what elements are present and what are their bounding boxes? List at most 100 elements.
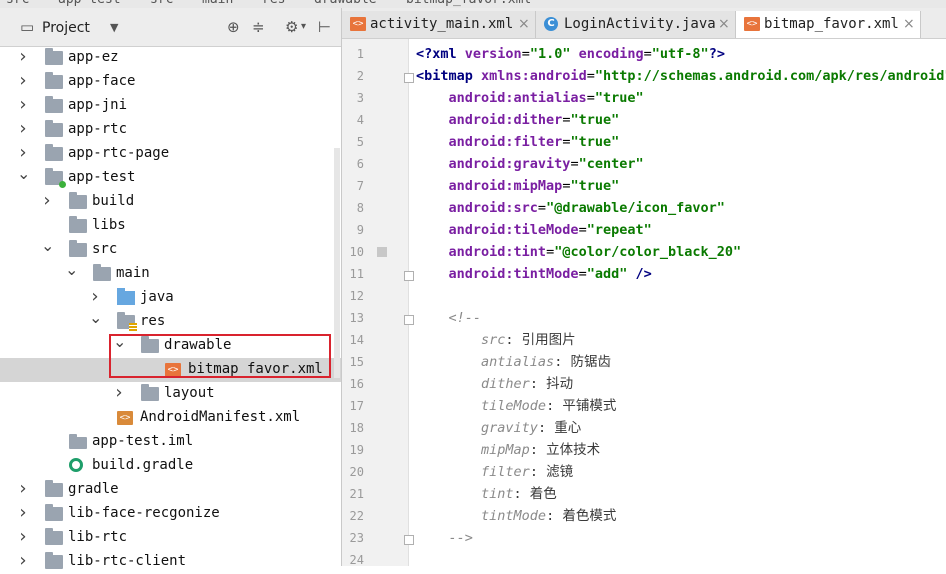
code-token: gravity [481,420,538,436]
chevron-right-icon[interactable]: › [17,46,29,67]
tree-item[interactable]: › app-rtc [0,118,341,142]
fold-marker-icon[interactable] [404,271,414,281]
chevron-right-icon[interactable]: › [17,502,29,523]
code-line[interactable]: mipMap: 立体技术 [416,439,600,461]
chevron-right-icon[interactable]: › [113,382,125,403]
code-line[interactable]: antialias: 防锯齿 [416,351,611,373]
code-line[interactable]: android:dither="true" [416,109,620,131]
tree-item[interactable]: › lib-rtc [0,526,341,550]
project-view-title[interactable]: Project [42,20,90,36]
tree-item[interactable]: <> AndroidManifest.xml [0,406,341,430]
close-icon[interactable]: × [903,16,915,32]
project-tree-scrollbar[interactable] [334,148,340,378]
tree-item[interactable]: › lib-rtc-client [0,550,341,574]
code-area[interactable]: <?xml version="1.0" encoding="utf-8"?> <b… [416,39,946,566]
chevron-right-icon[interactable]: › [41,190,53,211]
chevron-down-icon[interactable]: ▼ [110,21,118,34]
tree-item[interactable]: › gradle [0,478,341,502]
code-line[interactable]: android:antialias="true" [416,87,644,109]
collapse-icon[interactable]: ≑ [252,18,265,36]
close-icon[interactable]: × [518,16,530,32]
tree-item[interactable]: › layout [0,382,341,406]
folder-icon [69,216,87,233]
hide-panel-icon[interactable]: ⊢ [318,18,331,36]
code-token: version [464,46,522,62]
breadcrumb-item[interactable]: app-test [58,0,121,7]
breadcrumb-item[interactable]: main [202,0,233,7]
target-icon[interactable]: ⊕ [227,18,240,36]
chevron-right-icon[interactable]: › [17,550,29,571]
tree-item[interactable]: ⌄ res [0,308,341,334]
code-line[interactable]: <?xml version="1.0" encoding="utf-8"?> [416,43,725,65]
code-token: antialias [481,354,555,370]
chevron-right-icon[interactable]: › [17,118,29,139]
tree-item[interactable]: › java [0,286,341,310]
chevron-down-icon[interactable]: ⌄ [17,164,30,183]
fold-marker-icon[interactable] [404,535,414,545]
code-line[interactable]: android:tileMode="repeat" [416,219,652,241]
code-line[interactable]: android:gravity="center" [416,153,644,175]
breadcrumb-item[interactable]: src [150,0,173,7]
resource-folder-icon [117,312,137,331]
code-line[interactable]: dither: 抖动 [416,373,573,395]
chevron-down-icon[interactable]: ⌄ [65,260,78,279]
chevron-right-icon[interactable]: › [89,286,101,307]
code-token: filter [481,464,530,480]
code-line[interactable]: <bitmap xmlns:android="http://schemas.an… [416,65,946,87]
folder-icon [45,120,63,137]
fold-marker-icon[interactable] [404,315,414,325]
chevron-right-icon[interactable]: › [17,142,29,163]
code-line[interactable]: filter: 滤镜 [416,461,573,483]
tree-item[interactable]: › build [0,190,341,214]
tree-item[interactable]: build.gradle [0,454,341,478]
code-line[interactable]: tint: 着色 [416,483,557,505]
code-line[interactable]: tintMode: 着色模式 [416,505,616,527]
tab-bitmap-favor-xml[interactable]: <> bitmap_favor.xml × [736,11,921,38]
tree-item[interactable]: › app-face [0,70,341,94]
breadcrumb-item[interactable]: res [262,0,285,7]
folder-icon [45,480,63,497]
fold-marker-icon[interactable] [404,73,414,83]
tab-activity-main-xml[interactable]: <> activity_main.xml × [342,11,536,38]
tree-item[interactable]: › app-ez [0,46,341,70]
folder-icon [45,72,63,89]
tree-item[interactable]: ⌄ src [0,236,341,262]
code-line[interactable]: android:filter="true" [416,131,620,153]
breadcrumb-item[interactable]: bitmap_favor.xml [406,0,531,7]
chevron-right-icon[interactable]: › [17,526,29,547]
tree-item[interactable]: › app-jni [0,94,341,118]
chevron-down-icon[interactable]: ⌄ [89,308,102,327]
chevron-right-icon[interactable]: › [17,70,29,91]
code-line[interactable]: src: 引用图片 [416,329,576,351]
code-token: "add" [586,266,636,282]
chevron-down-icon[interactable]: ⌄ [41,236,54,255]
breadcrumb-item[interactable]: src [6,0,29,7]
gear-dropdown-icon[interactable]: ▾ [301,21,306,32]
tree-item[interactable]: ⌄ main [0,260,341,286]
code-token: xml [432,46,465,62]
close-icon[interactable]: × [718,16,730,32]
chevron-right-icon[interactable]: › [17,478,29,499]
gear-icon[interactable]: ⚙ [285,18,298,36]
tree-item[interactable]: › lib-face-recgonize [0,502,341,526]
code-line[interactable]: gravity: 重心 [416,417,581,439]
tree-item[interactable]: ⌄ app-test [0,164,341,190]
code-line[interactable]: android:tintMode="add" /> [416,263,652,285]
chevron-right-icon[interactable]: › [17,94,29,115]
breadcrumb-item[interactable]: drawable [314,0,377,7]
tree-item[interactable]: app-test.iml [0,430,341,454]
tree-item[interactable]: › app-rtc-page [0,142,341,166]
code-line[interactable]: --> [416,527,473,549]
code-line[interactable]: <!-- [416,307,482,329]
code-line[interactable]: tileMode: 平铺模式 [416,395,616,417]
line-marker-icon[interactable] [377,247,387,257]
folder-icon [45,528,63,545]
code-line[interactable]: android:mipMap="true" [416,175,620,197]
tree-item[interactable]: libs [0,214,341,238]
code-token: "@drawable/icon_favor" [546,200,725,216]
code-line[interactable]: android:tint="@color/color_black_20" [416,241,742,263]
code-line[interactable]: android:src="@drawable/icon_favor" [416,197,725,219]
tab-loginactivity-java[interactable]: C LoginActivity.java × [536,11,736,38]
